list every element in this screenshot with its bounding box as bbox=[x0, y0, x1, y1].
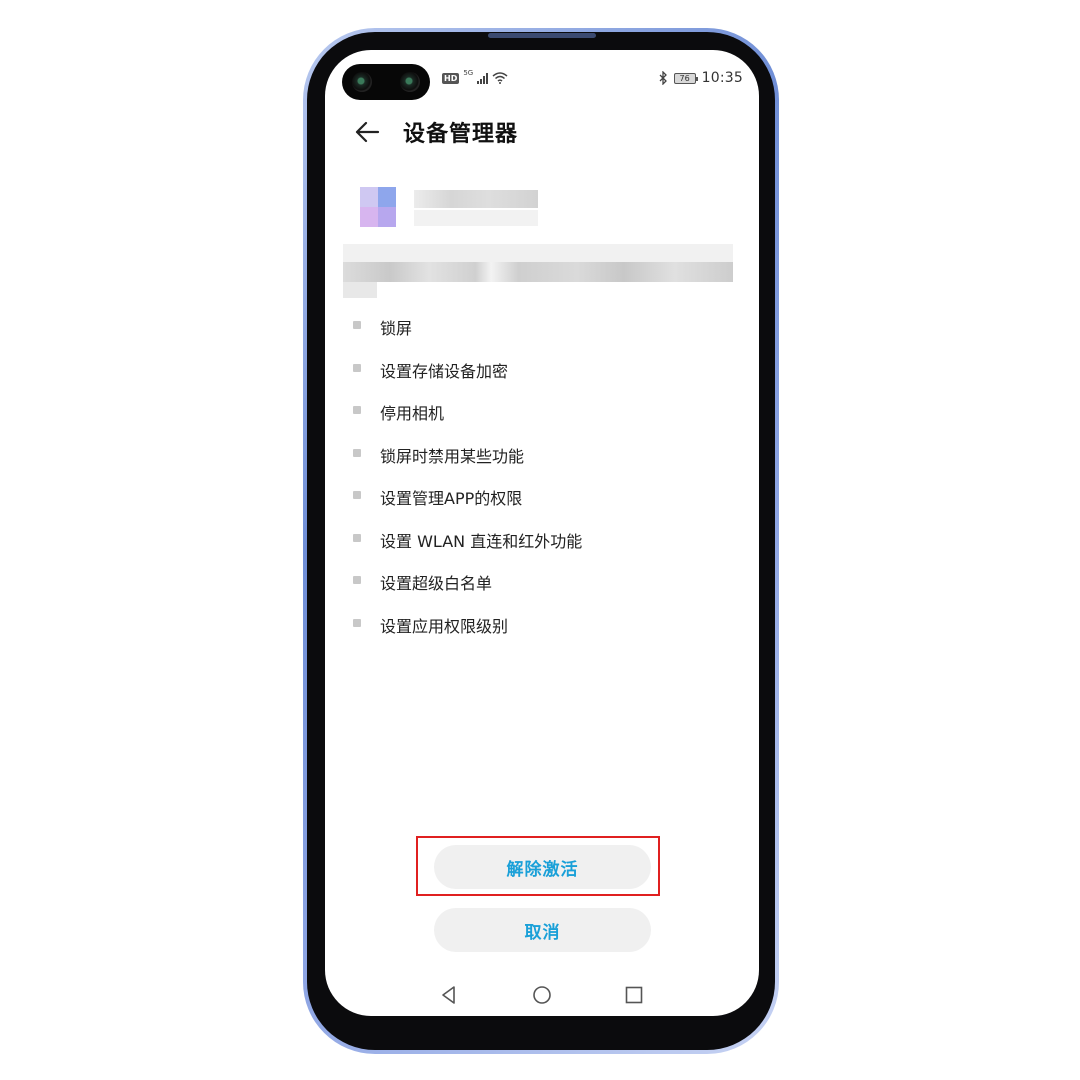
permission-label: 锁屏时禁用某些功能 bbox=[380, 446, 525, 466]
permission-label: 设置 WLAN 直连和红外功能 bbox=[380, 531, 583, 551]
page-title: 设备管理器 bbox=[403, 122, 519, 147]
earpiece bbox=[488, 33, 596, 38]
list-item: 锁屏时禁用某些功能 bbox=[353, 434, 582, 477]
bullet-icon bbox=[353, 448, 361, 457]
list-item: 设置超级白名单 bbox=[353, 561, 582, 604]
status-left: HD 5G bbox=[442, 69, 508, 84]
permission-label: 停用相机 bbox=[380, 404, 445, 424]
permission-list: 锁屏 设置存储设备加密 停用相机 锁屏时禁用某些功能 设置管理APP的权限 设置… bbox=[353, 306, 582, 646]
network-type: 5G bbox=[463, 69, 474, 77]
permission-label: 设置管理APP的权限 bbox=[380, 489, 523, 509]
permission-label: 设置超级白名单 bbox=[380, 574, 493, 594]
bullet-icon bbox=[353, 576, 361, 585]
status-time: 10:35 bbox=[701, 70, 743, 86]
permission-label: 锁屏 bbox=[380, 319, 413, 339]
nav-back-icon[interactable] bbox=[439, 985, 459, 1005]
signal-icon bbox=[477, 72, 489, 84]
bullet-icon bbox=[353, 618, 361, 627]
app-name-redacted-2 bbox=[414, 210, 538, 226]
camera-cutout bbox=[342, 64, 430, 100]
bluetooth-icon bbox=[659, 71, 667, 85]
bullet-icon bbox=[353, 533, 361, 542]
deactivate-button[interactable]: 解除激活 bbox=[434, 845, 651, 889]
description-redacted bbox=[343, 244, 733, 262]
list-item: 锁屏 bbox=[353, 306, 582, 349]
camera-lens-icon bbox=[400, 72, 420, 92]
list-item: 设置 WLAN 直连和红外功能 bbox=[353, 519, 582, 562]
description-redacted-3 bbox=[343, 282, 377, 298]
camera-lens-icon bbox=[352, 72, 372, 92]
nav-recents-icon[interactable] bbox=[624, 985, 644, 1005]
bullet-icon bbox=[353, 321, 361, 330]
bullet-icon bbox=[353, 491, 361, 500]
app-icon bbox=[360, 187, 396, 227]
wifi-icon bbox=[492, 72, 508, 84]
back-button[interactable] bbox=[353, 118, 381, 146]
list-item: 停用相机 bbox=[353, 391, 582, 434]
list-item: 设置管理APP的权限 bbox=[353, 476, 582, 519]
bullet-icon bbox=[353, 406, 361, 415]
hd-badge: HD bbox=[442, 72, 460, 84]
description-redacted-2 bbox=[343, 262, 733, 282]
permission-label: 设置应用权限级别 bbox=[380, 616, 509, 636]
status-right: 76 10:35 bbox=[658, 70, 743, 86]
list-item: 设置存储设备加密 bbox=[353, 349, 582, 392]
list-item: 设置应用权限级别 bbox=[353, 604, 582, 647]
bullet-icon bbox=[353, 363, 361, 372]
app-name-redacted bbox=[414, 190, 538, 208]
battery-icon: 76 bbox=[673, 72, 698, 84]
cancel-button[interactable]: 取消 bbox=[434, 908, 651, 952]
permission-label: 设置存储设备加密 bbox=[380, 361, 509, 381]
nav-home-icon[interactable] bbox=[532, 985, 552, 1005]
screen: HD 5G 76 10:35 设备管理器 锁屏 设置存储设备加密 停用相机 锁屏… bbox=[325, 50, 759, 1016]
